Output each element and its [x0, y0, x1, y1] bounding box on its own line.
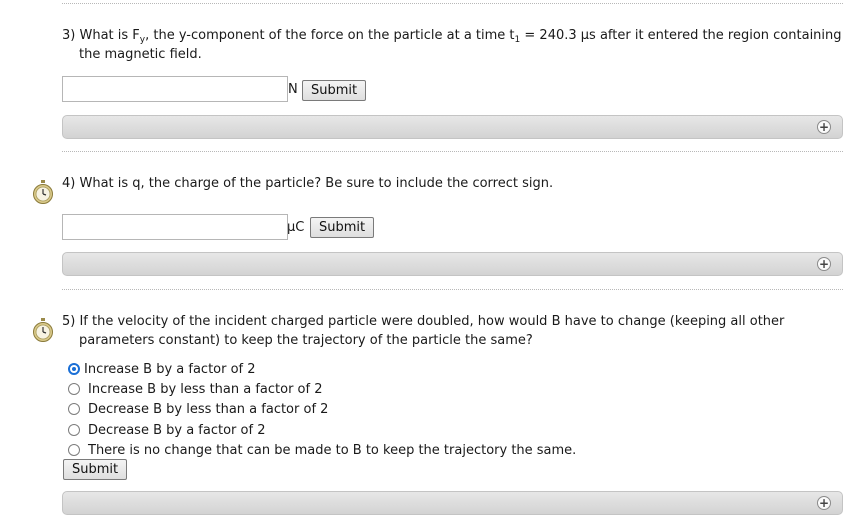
question-5-hint-bar[interactable]: + — [62, 491, 843, 515]
option-label: There is no change that can be made to B… — [88, 442, 577, 458]
plus-circle-icon[interactable]: + — [817, 257, 831, 271]
question-4-hint-bar[interactable]: + — [62, 252, 843, 276]
stopwatch-icon — [33, 318, 53, 342]
question-3-text: 3) What is Fy, the y-component of the fo… — [62, 28, 842, 62]
option-increase-less[interactable]: Increase B by less than a factor of 2 — [68, 380, 323, 398]
question-4-text: 4) What is q, the charge of the particle… — [62, 176, 554, 191]
option-label: Increase B by a factor of 2 — [84, 361, 256, 377]
option-label: Decrease B by less than a factor of 2 — [88, 401, 329, 417]
separator — [62, 3, 843, 4]
option-decrease-2[interactable]: Decrease B by a factor of 2 — [68, 421, 265, 439]
radio-button[interactable] — [68, 383, 80, 395]
question-3-unit: N — [288, 82, 298, 97]
option-no-change[interactable]: There is no change that can be made to B… — [68, 441, 576, 459]
radio-button[interactable] — [68, 444, 80, 456]
separator — [62, 289, 843, 290]
question-4-answer-input[interactable] — [62, 214, 288, 240]
question-4-unit: μC — [287, 220, 305, 235]
question-4-submit-button[interactable]: Submit — [310, 217, 375, 238]
separator — [62, 151, 843, 152]
radio-button-selected[interactable] — [68, 363, 80, 375]
option-label: Decrease B by a factor of 2 — [88, 422, 266, 438]
question-3-answer-input[interactable] — [62, 76, 288, 102]
option-label: Increase B by less than a factor of 2 — [88, 381, 323, 397]
option-decrease-less[interactable]: Decrease B by less than a factor of 2 — [68, 400, 328, 418]
question-3-submit-button[interactable]: Submit — [302, 80, 367, 101]
plus-circle-icon[interactable]: + — [817, 120, 831, 134]
stopwatch-icon — [33, 180, 53, 204]
question-5-submit-button[interactable]: Submit — [63, 459, 128, 480]
radio-button[interactable] — [68, 403, 80, 415]
option-increase-2[interactable]: Increase B by a factor of 2 — [68, 360, 256, 378]
question-5-text: 5) If the velocity of the incident charg… — [62, 314, 785, 348]
plus-circle-icon[interactable]: + — [817, 496, 831, 510]
radio-button[interactable] — [68, 424, 80, 436]
question-3-hint-bar[interactable]: + — [62, 115, 843, 139]
